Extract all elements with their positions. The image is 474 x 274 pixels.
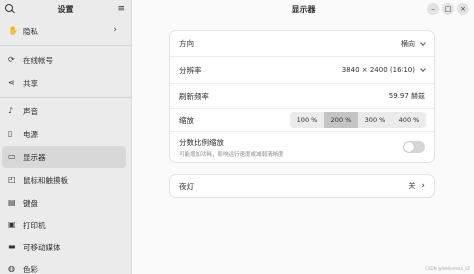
- orientation-label: 方向: [179, 39, 194, 48]
- night-light-group: 夜灯 关 ›: [170, 175, 434, 197]
- chevron-down-icon: [420, 66, 426, 72]
- mouse-icon: ◰: [8, 175, 16, 184]
- sidebar-item-printers[interactable]: ▣ 打印机: [2, 214, 126, 236]
- sidebar-item-label: 打印机: [23, 220, 46, 230]
- refresh-rate-label: 刷新频率: [179, 91, 209, 101]
- resolution-row[interactable]: 分辨率 3840 × 2400 (16∶10): [170, 57, 434, 83]
- hamburger-menu-icon[interactable]: ≡: [117, 4, 125, 14]
- sidebar: 设置 ≡ ✋ 隐私 › ⟳ 在线帐号 ⋖ 共享 ♪ 声音 ▯ 电源 ▭ 显示器 …: [0, 0, 132, 274]
- night-light-status: 关 ›: [408, 181, 425, 191]
- removable-media-icon: ▬: [8, 242, 16, 251]
- sidebar-title: 设置: [57, 5, 74, 14]
- scale-option-300[interactable]: 300 %: [358, 112, 392, 128]
- orientation-row[interactable]: 方向 横向: [170, 31, 434, 56]
- share-icon: ⋖: [8, 78, 15, 87]
- header-bar: 显示器 – □ ×: [133, 0, 474, 18]
- scale-row: 缩放 100 % 200 % 300 % 400 %: [170, 109, 434, 131]
- fractional-scaling-label: 分数比例缩放: [179, 137, 224, 147]
- night-light-value: 关: [408, 182, 416, 190]
- keyboard-icon: ▤: [8, 198, 16, 207]
- refresh-rate-value: 59.97 赫兹: [388, 92, 425, 100]
- resolution-dropdown[interactable]: 3840 × 2400 (16∶10): [341, 66, 426, 74]
- hand-icon: ✋: [8, 26, 18, 35]
- sidebar-item-privacy[interactable]: ✋ 隐私 ›: [2, 20, 126, 42]
- divider: [0, 45, 132, 46]
- divider: [0, 97, 132, 98]
- scale-label: 缩放: [179, 115, 194, 125]
- monitor-icon: ▭: [8, 152, 16, 161]
- fractional-scaling-row[interactable]: 分数比例缩放 可能增加功耗，影响运行速度或减弱清晰度: [170, 132, 434, 162]
- refresh-rate-row[interactable]: 刷新频率 59.97 赫兹: [170, 84, 434, 108]
- sidebar-item-mouse-touchpad[interactable]: ◰ 鼠标和触摸板: [2, 169, 126, 191]
- sidebar-item-label: 电源: [23, 129, 38, 139]
- sidebar-item-label: 键盘: [23, 198, 38, 208]
- sidebar-header: 设置 ≡: [0, 0, 131, 18]
- orientation-value: 横向: [401, 39, 415, 48]
- sidebar-item-label: 在线帐号: [23, 55, 53, 65]
- sidebar-item-label: 可移动媒体: [23, 242, 61, 252]
- scale-option-100[interactable]: 100 %: [290, 112, 324, 128]
- sidebar-item-label: 色彩: [23, 264, 38, 274]
- sidebar-item-displays[interactable]: ▭ 显示器: [2, 146, 126, 168]
- main-content: 显示器 – □ × 方向 横向 分辨率 3840 × 2400 (16∶10) …: [133, 0, 474, 274]
- sidebar-item-keyboard[interactable]: ▤ 键盘: [2, 192, 126, 214]
- fractional-scaling-toggle[interactable]: [403, 141, 425, 153]
- printer-icon: ▣: [8, 220, 16, 229]
- night-light-label: 夜灯: [179, 181, 194, 191]
- sidebar-item-sound[interactable]: ♪ 声音: [2, 100, 126, 122]
- sidebar-item-label: 共享: [23, 78, 38, 88]
- sidebar-item-online-accounts[interactable]: ⟳ 在线帐号: [2, 49, 126, 71]
- maximize-icon[interactable]: □: [442, 3, 454, 15]
- sidebar-item-power[interactable]: ▯ 电源: [2, 123, 126, 145]
- orientation-dropdown[interactable]: 横向: [401, 39, 426, 49]
- fractional-scaling-text: 分数比例缩放 可能增加功耗，影响运行速度或减弱清晰度: [179, 137, 284, 158]
- scale-option-200[interactable]: 200 %: [324, 112, 358, 128]
- online-accounts-icon: ⟳: [8, 55, 15, 64]
- chevron-down-icon: [420, 39, 426, 46]
- watermark: CSDN @Wellerman_zZ: [425, 266, 470, 271]
- scale-option-400[interactable]: 400 %: [392, 112, 426, 128]
- sidebar-item-removable-media[interactable]: ▬ 可移动媒体: [2, 236, 126, 258]
- sidebar-item-label: 声音: [23, 106, 38, 116]
- minimize-icon[interactable]: –: [427, 3, 439, 15]
- chevron-right-icon: ›: [113, 25, 117, 35]
- sidebar-item-sharing[interactable]: ⋖ 共享: [2, 72, 126, 94]
- fractional-scaling-sublabel: 可能增加功耗，影响运行速度或减弱清晰度: [179, 151, 284, 158]
- sidebar-item-label: 显示器: [23, 152, 46, 162]
- color-icon: ◍: [8, 264, 15, 273]
- sidebar-item-label: 鼠标和触摸板: [23, 175, 68, 185]
- battery-icon: ▯: [8, 129, 13, 138]
- sidebar-item-label: 隐私: [23, 26, 38, 36]
- page-title: 显示器: [291, 5, 316, 14]
- scale-selector: 100 % 200 % 300 % 400 %: [290, 112, 426, 128]
- close-icon[interactable]: ×: [457, 3, 469, 15]
- display-settings-group: 方向 横向 分辨率 3840 × 2400 (16∶10) 刷新频率 59.97…: [170, 31, 434, 162]
- resolution-value: 3840 × 2400 (16∶10): [341, 66, 415, 74]
- chevron-right-icon: ›: [421, 181, 425, 191]
- night-light-row[interactable]: 夜灯 关 ›: [170, 175, 434, 197]
- sidebar-item-color[interactable]: ◍ 色彩: [2, 258, 126, 274]
- music-note-icon: ♪: [8, 106, 14, 115]
- resolution-label: 分辨率: [179, 65, 202, 75]
